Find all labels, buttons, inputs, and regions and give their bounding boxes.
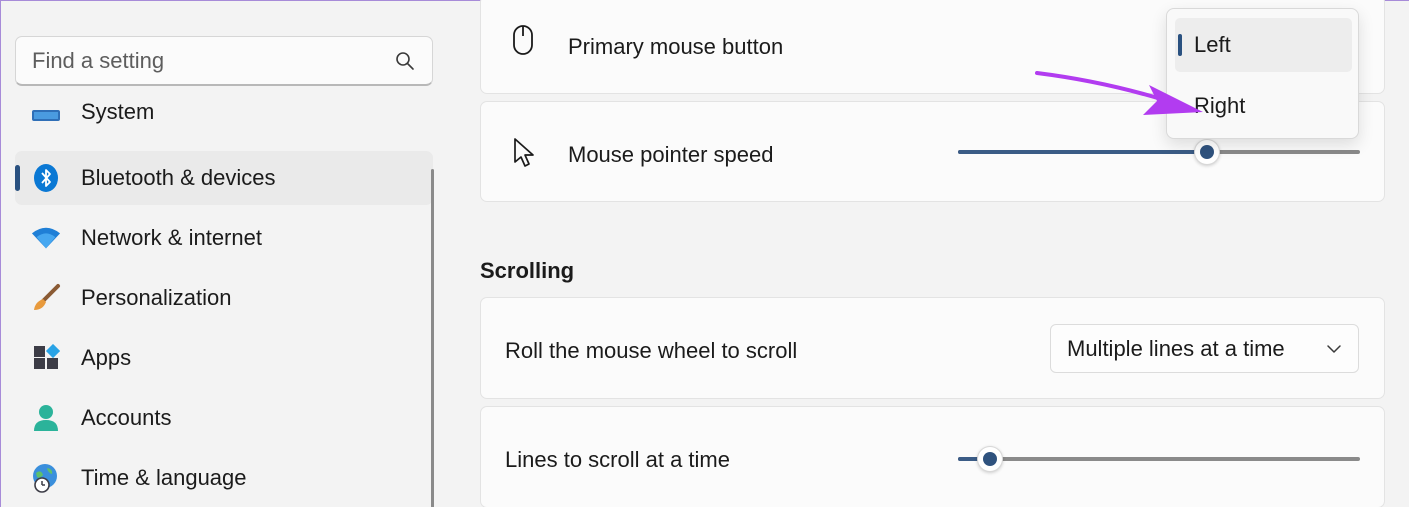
- chevron-down-icon: [1327, 344, 1341, 353]
- scrolling-section-title: Scrolling: [480, 258, 575, 283]
- option-left[interactable]: Left: [1175, 18, 1352, 72]
- sidebar-item-label: Accounts: [81, 405, 172, 430]
- sidebar-item-time-language[interactable]: Time & language: [15, 451, 433, 505]
- sidebar-item-bluetooth[interactable]: Bluetooth & devices: [15, 151, 433, 205]
- cursor-icon: [514, 138, 534, 167]
- mouse-wheel-dropdown[interactable]: Multiple lines at a time: [1050, 324, 1359, 373]
- primary-mouse-button-label: Primary mouse button: [568, 34, 784, 59]
- sidebar-item-label: Personalization: [81, 285, 232, 310]
- bluetooth-icon: [31, 163, 61, 193]
- sidebar-item-accounts[interactable]: Accounts: [15, 391, 433, 445]
- paintbrush-icon: [31, 283, 61, 313]
- sidebar-item-system[interactable]: System: [15, 93, 433, 133]
- pointer-speed-slider[interactable]: [958, 137, 1360, 167]
- person-icon: [31, 403, 61, 433]
- sidebar-item-apps[interactable]: Apps: [15, 331, 433, 385]
- search-input[interactable]: Find a setting: [15, 36, 433, 86]
- sidebar-item-label: Bluetooth & devices: [81, 165, 276, 190]
- slider-thumb[interactable]: [1194, 139, 1220, 165]
- dropdown-value: Multiple lines at a time: [1067, 335, 1285, 361]
- sidebar-item-label: Time & language: [81, 465, 247, 490]
- mouse-wheel-label: Roll the mouse wheel to scroll: [505, 338, 798, 363]
- apps-icon: [31, 343, 61, 373]
- slider-thumb[interactable]: [977, 446, 1003, 472]
- sidebar-item-network[interactable]: Network & internet: [15, 211, 433, 265]
- globe-clock-icon: [31, 463, 61, 493]
- slider-track: [958, 457, 1360, 461]
- mouse-pointer-speed-label: Mouse pointer speed: [568, 142, 774, 167]
- lines-to-scroll-slider[interactable]: [958, 444, 1360, 474]
- mouse-icon: [513, 25, 533, 55]
- monitor-icon: [31, 101, 61, 131]
- selected-indicator: [1178, 34, 1182, 56]
- sidebar-item-label: Apps: [81, 345, 132, 370]
- slider-fill: [958, 150, 1207, 154]
- option-label: Left: [1194, 32, 1231, 57]
- lines-to-scroll-card: Lines to scroll at a time: [480, 406, 1385, 507]
- lines-to-scroll-label: Lines to scroll at a time: [505, 447, 730, 472]
- active-indicator: [15, 165, 20, 191]
- wifi-icon: [31, 223, 61, 253]
- sidebar-item-label: System: [81, 99, 155, 124]
- annotation-arrow-icon: [1035, 71, 1203, 115]
- sidebar-item-personalization[interactable]: Personalization: [15, 271, 433, 325]
- search-icon: [396, 51, 414, 70]
- sidebar-item-label: Network & internet: [81, 225, 262, 250]
- search-placeholder: Find a setting: [32, 47, 165, 73]
- sidebar-scrollbar[interactable]: [431, 169, 434, 507]
